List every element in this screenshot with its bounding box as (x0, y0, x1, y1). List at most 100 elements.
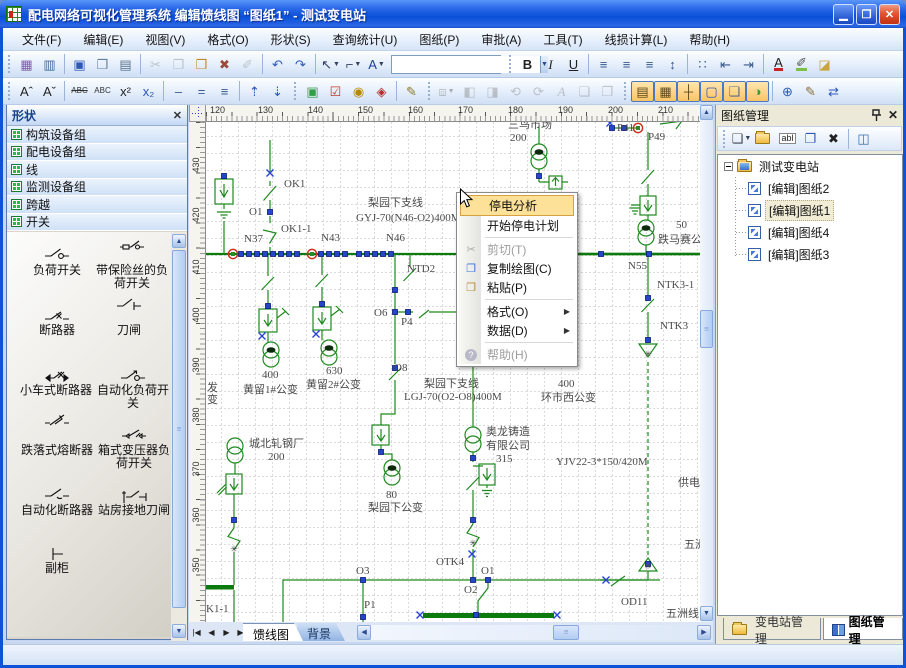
delete-button[interactable]: ✖ (213, 54, 236, 75)
search-drawing-button[interactable]: ◉ (347, 81, 370, 102)
fill-color-button[interactable]: ◪ (813, 54, 836, 75)
font-color-button[interactable]: A (767, 54, 790, 75)
title-bar[interactable]: 配电网络可视化管理系统 编辑馈线图 “图纸1” - 测试变电站 ▁ ❐ ✕ (0, 0, 906, 28)
sheet-nav-2[interactable]: ◀ (204, 624, 219, 640)
save-button[interactable]: ▣ (68, 54, 91, 75)
menu-item-6[interactable]: 查询统计(U) (322, 28, 409, 51)
stamp-button[interactable]: ◈ (370, 81, 393, 102)
text-tool-button[interactable]: A▼ (365, 54, 388, 75)
scroll-thumb[interactable] (172, 250, 186, 608)
pin-icon[interactable] (871, 109, 882, 122)
shapes-scrollbar[interactable]: ▲▼ (171, 232, 187, 641)
italic-button[interactable]: I (539, 54, 562, 75)
shape-category-1[interactable]: 构筑设备组 (7, 126, 187, 144)
menu-item-10[interactable]: 线损计算(L) (594, 28, 679, 51)
shape-category-2[interactable]: 配电设备组 (7, 144, 187, 162)
align-right-button[interactable]: ≡ (638, 54, 661, 75)
shape-item-auto-breaker[interactable]: 自动化断路器 (18, 486, 96, 517)
delete-drawing-button[interactable]: ✖ (822, 128, 845, 149)
tree-item-drawing-4[interactable]: [编辑]图纸3 (718, 243, 902, 265)
shape-category-4[interactable]: 监测设备组 (7, 179, 187, 197)
tree-item-drawing-1[interactable]: [编辑]图纸2 (718, 177, 902, 199)
superscript-button[interactable]: x² (114, 81, 137, 102)
indent-button[interactable]: ⇥ (737, 54, 760, 75)
menu-item-2[interactable]: 编辑(E) (72, 28, 134, 51)
outdent-button[interactable]: ⇤ (714, 54, 737, 75)
menu-item-7[interactable]: 图纸(P) (408, 28, 470, 51)
shape-category-6[interactable]: 开关 (7, 214, 187, 232)
shape-item-breaker[interactable]: 断路器 (22, 309, 92, 337)
page-breaks-toggle[interactable]: ❏ (723, 81, 746, 102)
connection-points-toggle[interactable]: ▢ (700, 81, 723, 102)
connector-tool-button[interactable]: ⌐▼ (342, 54, 365, 75)
pan-zoom-button[interactable]: ⊕ (776, 81, 799, 102)
context-item-8[interactable]: 格式(O)▶ (459, 302, 575, 321)
shapes-panel-close-icon[interactable]: ✕ (173, 109, 182, 122)
shape-item-auto-load-switch[interactable]: 自动化负荷开关 (94, 368, 172, 410)
page-properties-button[interactable]: ✎ (799, 81, 822, 102)
menu-item-5[interactable]: 形状(S) (260, 28, 322, 51)
h-scroll-thumb[interactable] (553, 625, 579, 640)
h-scroll-track[interactable] (371, 625, 697, 640)
undo-button[interactable]: ↶ (266, 54, 289, 75)
shape-item-dropout-fuse[interactable]: 跌落式熔断器 (18, 412, 96, 457)
context-item-1[interactable]: 停电分析 (460, 195, 574, 216)
panel-close-icon[interactable]: ✕ (888, 108, 898, 122)
shape-item-trolley-breaker[interactable]: 小车式断路器 (17, 368, 95, 397)
menu-item-11[interactable]: 帮助(H) (678, 28, 741, 51)
canvas-scroll-up-icon[interactable]: ▲ (700, 105, 713, 120)
diagram-settings-button[interactable]: ▦ (15, 54, 38, 75)
manager-tab-1[interactable]: 变电站管理 (723, 618, 821, 640)
edit-note-button[interactable]: ✎ (400, 81, 423, 102)
context-item-2[interactable]: 开始停电计划 (459, 216, 575, 235)
sheet-nav-1[interactable]: |◀ (189, 624, 204, 640)
context-item-6[interactable]: ❒粘贴(P) (459, 278, 575, 297)
canvas-scroll-thumb[interactable] (700, 310, 713, 348)
tree-item-drawing-3[interactable]: [编辑]图纸4 (718, 221, 902, 243)
menu-item-4[interactable]: 格式(O) (196, 28, 259, 51)
minimize-button[interactable]: ▁ (833, 4, 854, 25)
context-item-9[interactable]: 数据(D)▶ (459, 321, 575, 340)
sheet-nav-3[interactable]: ▶ (219, 624, 234, 640)
underline-button[interactable]: U (562, 54, 585, 75)
sheet-tab-2[interactable]: 背景 (297, 623, 345, 641)
rename-drawing-button[interactable]: abl (776, 128, 799, 149)
bullets-button[interactable]: ∷ (691, 54, 714, 75)
manager-tab-2[interactable]: 图纸管理 (823, 618, 903, 640)
print-preview-button[interactable]: ❒ (91, 54, 114, 75)
line-spacing-2-button[interactable]: ≡ (213, 81, 236, 102)
guides-toggle[interactable]: ┼ (677, 81, 700, 102)
dynamic-grid-toggle[interactable]: ◑ (746, 81, 769, 102)
restore-button[interactable]: ❐ (856, 4, 877, 25)
shape-category-5[interactable]: 跨越 (7, 196, 187, 214)
strikethrough-button[interactable]: ABC (68, 81, 91, 102)
canvas-vertical-scrollbar[interactable]: ▲▼ (700, 104, 713, 622)
scroll-up-icon[interactable]: ▲ (172, 234, 186, 248)
report-table-button[interactable]: ▥ (38, 54, 61, 75)
size-position-button[interactable]: ⇄ (822, 81, 845, 102)
bold-button[interactable]: B (516, 54, 539, 75)
vertical-align-button[interactable]: ↕ (661, 54, 684, 75)
collapse-icon[interactable] (724, 162, 733, 171)
context-item-5[interactable]: ❐复制绘图(C) (459, 259, 575, 278)
space-before-button[interactable]: ⇡ (243, 81, 266, 102)
line-spacing-1-button[interactable]: – (167, 81, 190, 102)
shape-item-fuse-load-switch[interactable]: 带保险丝的负荷开关 (93, 239, 171, 290)
tree-root-substation[interactable]: 测试变电站 (718, 155, 902, 177)
menu-item-8[interactable]: 审批(A) (470, 28, 532, 51)
menu-item-3[interactable]: 视图(V) (134, 28, 196, 51)
grid-toggle[interactable]: ▦ (654, 81, 677, 102)
shape-item-knife-switch[interactable]: 刀闸 (94, 296, 164, 337)
highlight-color-button[interactable]: ✐ (790, 54, 813, 75)
device-view-button[interactable]: ▣ (301, 81, 324, 102)
h-scroll-left-icon[interactable]: ◀ (357, 625, 371, 640)
h-scroll-right-icon[interactable]: ▶ (697, 625, 711, 640)
space-after-button[interactable]: ⇣ (266, 81, 289, 102)
close-button[interactable]: ✕ (879, 4, 900, 25)
pointer-tool-button[interactable]: ↖▼ (319, 54, 342, 75)
scroll-down-icon[interactable]: ▼ (172, 624, 186, 638)
increase-font-button[interactable]: Aˆ (15, 81, 38, 102)
shape-item-side-cabinet[interactable]: 副柜 (22, 544, 92, 575)
clear-strike-button[interactable]: ABC (91, 81, 114, 102)
open-drawing-button[interactable] (753, 128, 776, 149)
